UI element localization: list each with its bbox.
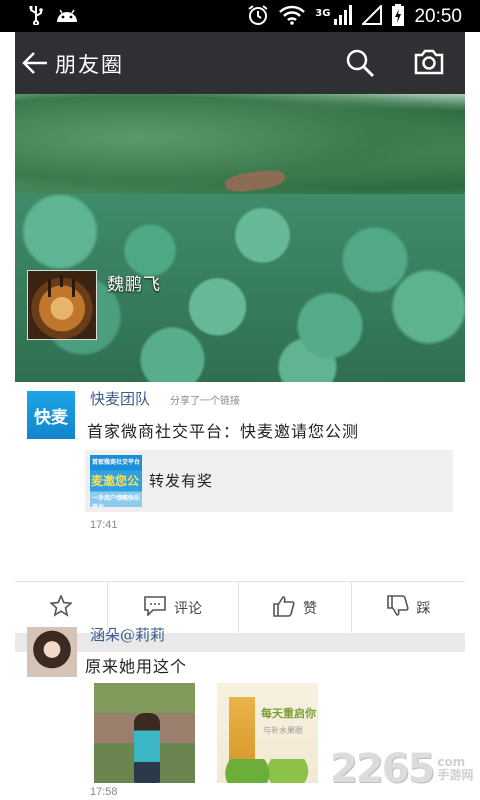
camera-icon[interactable] <box>414 48 444 80</box>
no-signal-icon <box>361 3 383 29</box>
post-text: 首家微商社交平台：快麦邀请您公测 <box>87 422 360 441</box>
dislike-label: 踩 <box>416 601 431 617</box>
link-thumbnail: 首家微商社交平台 麦邀您公 一手用户领略快乐平台 <box>90 455 142 507</box>
watermark-side: com 手游网 <box>437 755 474 782</box>
status-bar: 3G 20:50 <box>0 0 480 32</box>
network-type-label: 3G <box>315 7 331 19</box>
post-timestamp: 17:41 <box>90 519 118 531</box>
thumb-middle-text: 麦邀您公 <box>91 474 140 488</box>
watermark-number: 2265 <box>330 746 435 792</box>
star-icon <box>49 593 73 621</box>
post-photo[interactable]: 每天重启你 与补水果眼 <box>217 683 318 783</box>
photo-leaves <box>217 759 318 783</box>
cover-user-name[interactable]: 魏鹏飞 <box>107 270 161 295</box>
post-action-row: 评论 赞 踩 <box>15 581 465 634</box>
comment-icon <box>144 596 166 620</box>
product-package <box>229 697 255 763</box>
cover-photo[interactable]: 魏鹏飞 <box>15 94 465 382</box>
photo-headline: 每天重启你 <box>261 707 316 720</box>
link-title: 转发有奖 <box>149 472 214 490</box>
post-photo[interactable] <box>94 683 195 783</box>
watermark-line2: 手游网 <box>437 768 474 782</box>
author-avatar[interactable]: 快麦 <box>27 391 75 439</box>
watermark: 2265 com 手游网 <box>330 744 473 794</box>
search-icon[interactable] <box>345 48 375 82</box>
comment-label: 评论 <box>174 601 202 617</box>
thumb-top-text: 首家微商社交平台 <box>92 459 141 466</box>
cell-signal-icon <box>334 5 353 29</box>
avatar-stripe <box>60 275 63 287</box>
author-avatar[interactable] <box>27 627 77 677</box>
post-text: 原来她用这个 <box>85 657 188 676</box>
photo-person <box>134 713 160 783</box>
post-action-text: 分享了一个链接 <box>170 396 240 407</box>
like-button[interactable]: 赞 <box>239 582 352 634</box>
post-timestamp: 17:58 <box>90 786 118 798</box>
page-title: 朋友圈 <box>55 53 124 77</box>
post-author[interactable]: 涵朵@莉莉 <box>90 624 165 645</box>
action-bar: 朋友圈 <box>15 32 465 94</box>
shared-link-card[interactable]: 首家微商社交平台 麦邀您公 一手用户领略快乐平台 转发有奖 <box>85 450 453 512</box>
post-divider <box>15 633 465 652</box>
back-arrow-icon[interactable] <box>21 49 49 81</box>
thumb-bottom-text: 一手用户领略快乐平台 <box>92 495 141 507</box>
like-label: 赞 <box>303 601 317 617</box>
avatar-stripe <box>48 279 51 297</box>
android-icon <box>56 7 78 27</box>
usb-icon <box>28 5 44 29</box>
dislike-button[interactable]: 踩 <box>352 582 465 634</box>
clock-time: 20:50 <box>414 6 462 27</box>
thumbs-down-icon <box>386 595 409 621</box>
avatar[interactable] <box>27 270 97 340</box>
photo-subtext: 与补水果眼 <box>263 726 303 735</box>
post-author[interactable]: 快麦团队 <box>90 388 150 409</box>
avatar-stripe <box>72 279 75 297</box>
battery-charging-icon <box>392 4 405 30</box>
alarm-icon <box>247 4 269 30</box>
thumbs-up-icon <box>273 595 295 621</box>
wifi-icon <box>279 5 306 29</box>
